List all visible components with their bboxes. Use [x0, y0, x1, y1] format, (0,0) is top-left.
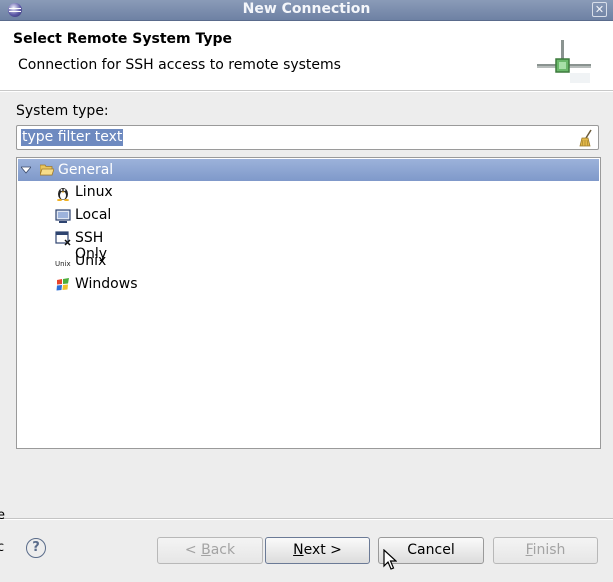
edge-glyph-lower: c — [0, 540, 5, 555]
windows-icon — [56, 278, 69, 291]
help-button[interactable]: ? — [26, 538, 46, 558]
local-icon — [55, 209, 71, 223]
title-bar: New Connection ✕ — [0, 0, 613, 21]
back-button-prefix: < — [184, 542, 202, 558]
tree-group-label: General — [58, 162, 114, 178]
tree-group-general[interactable]: General — [18, 159, 599, 181]
page-title: Select Remote System Type — [13, 31, 233, 47]
edge-glyph-upper: e — [0, 508, 5, 523]
unix-icon: Unix — [55, 260, 71, 268]
next-button-mnemonic: N — [293, 542, 304, 558]
next-button-suffix: ext > — [303, 542, 342, 558]
system-type-tree[interactable]: General Linux Local SSH Only Unix Unix W… — [16, 157, 601, 449]
finish-button[interactable]: Finish — [493, 537, 598, 564]
next-button[interactable]: Next > — [265, 537, 370, 564]
linux-icon — [57, 188, 69, 201]
back-button-suffix: ack — [210, 542, 236, 558]
back-button-mnemonic: B — [201, 542, 211, 558]
system-type-label: System type: — [16, 103, 109, 119]
folder-open-icon — [40, 164, 54, 176]
button-bar-separator-highlight — [0, 519, 613, 520]
page-description: Connection for SSH access to remote syst… — [18, 57, 341, 73]
banner-separator — [0, 91, 613, 92]
close-window-button[interactable]: ✕ — [592, 2, 607, 17]
back-button[interactable]: < Back — [157, 537, 263, 564]
tree-item-label: Windows — [75, 276, 138, 292]
filter-input-text[interactable]: type filter text — [21, 129, 124, 146]
window-title: New Connection — [242, 1, 371, 17]
ssh-icon — [55, 231, 71, 246]
wizard-banner: Select Remote System Type Connection for… — [0, 21, 613, 91]
finish-button-suffix: inish — [532, 542, 566, 558]
mouse-cursor-icon — [383, 549, 397, 570]
clear-filter-icon[interactable] — [578, 129, 594, 147]
expand-triangle-icon[interactable] — [21, 165, 31, 175]
tree-item-label: Linux — [75, 184, 113, 200]
tree-item-label: Unix — [75, 253, 107, 269]
tree-item-label: Local — [75, 207, 112, 223]
unix-icon-text: Unix — [55, 260, 71, 268]
network-connection-icon — [537, 40, 591, 83]
finish-button-mnemonic: F — [525, 542, 533, 558]
filter-input[interactable]: type filter text — [16, 125, 599, 150]
